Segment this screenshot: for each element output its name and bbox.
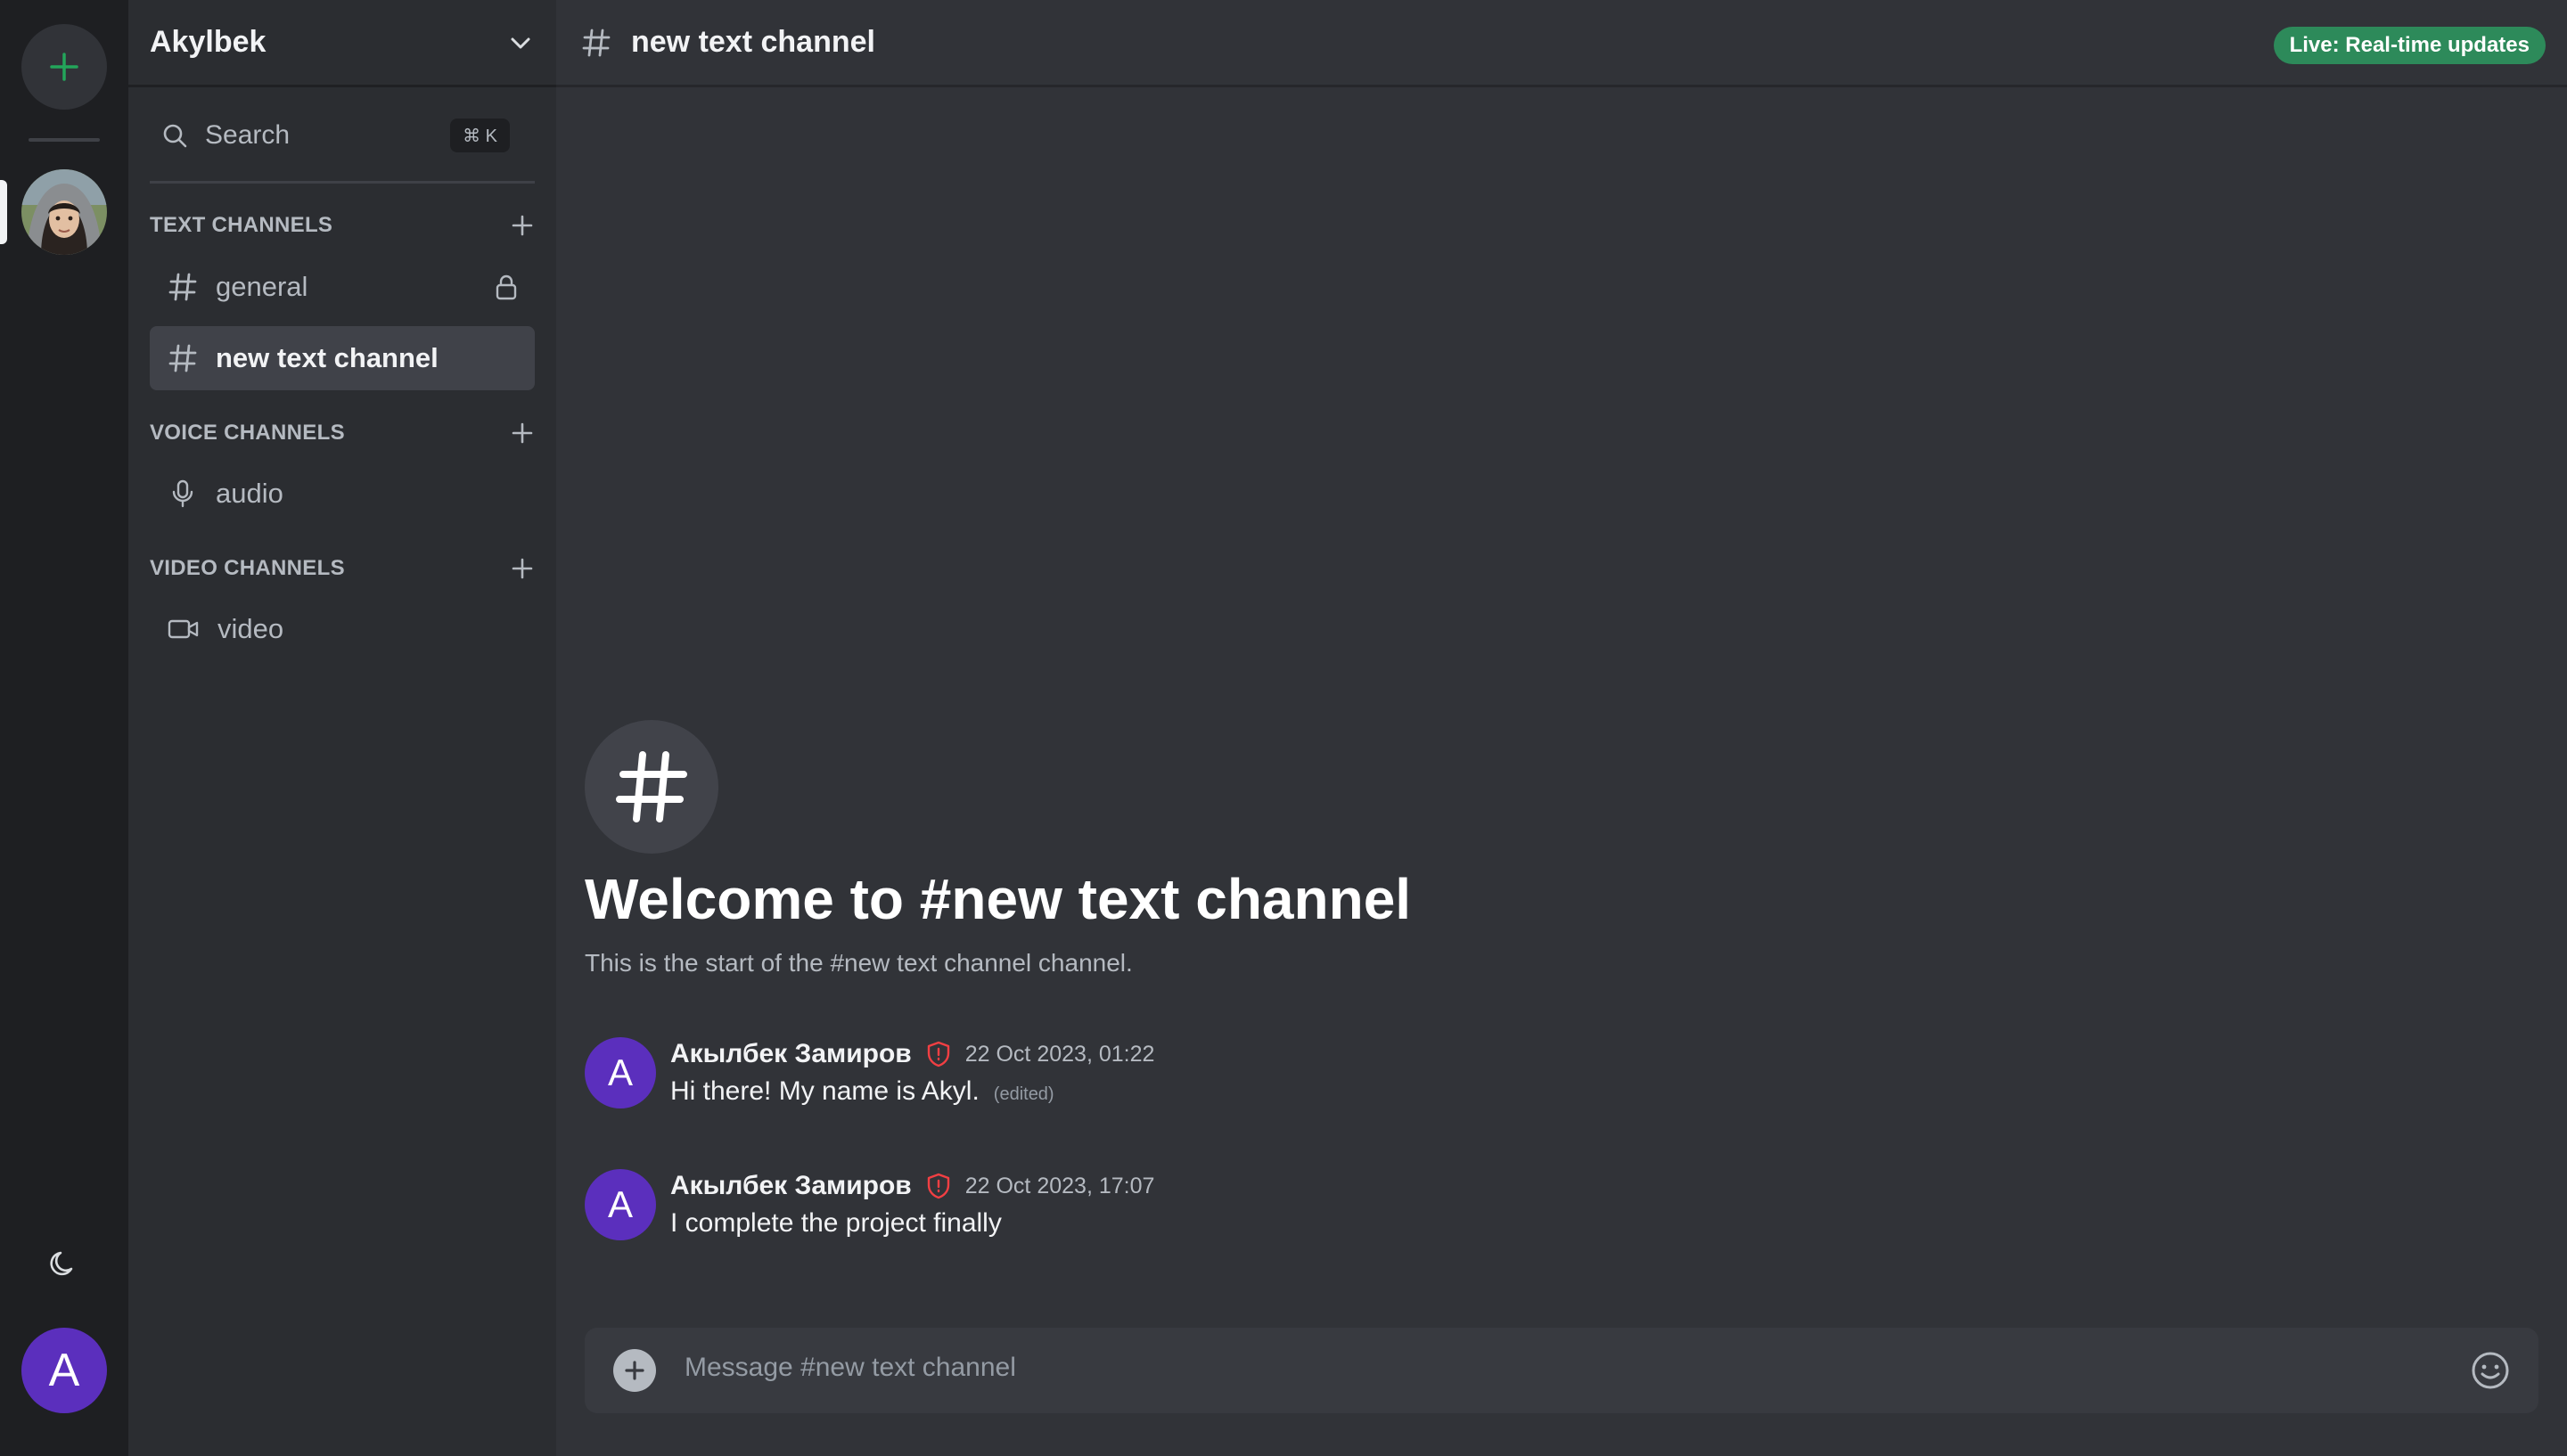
hash-icon xyxy=(168,273,197,301)
voice-channels-title: VOICE CHANNELS xyxy=(150,421,345,445)
channel-name: video xyxy=(217,613,284,644)
microphone-icon xyxy=(172,479,193,508)
message-input[interactable]: Message #new text channel xyxy=(685,1353,1016,1383)
avatar-letter: A xyxy=(607,1051,633,1093)
chat-header: new text channel Live: Real-time updates xyxy=(556,0,2567,87)
avatar[interactable]: A xyxy=(585,1037,656,1108)
message-author[interactable]: Акылбек Замиров xyxy=(670,1039,912,1069)
channel-name: new text channel xyxy=(216,342,439,373)
plus-icon[interactable] xyxy=(510,213,535,238)
avatar-letter: A xyxy=(607,1183,633,1225)
server-name: Akylbek xyxy=(150,25,267,59)
sidebar-divider xyxy=(150,181,535,184)
active-server-indicator xyxy=(0,180,7,244)
attach-button[interactable] xyxy=(613,1349,656,1392)
hash-icon xyxy=(582,29,611,56)
user-avatar[interactable]: A xyxy=(21,1328,107,1413)
emoji-icon[interactable] xyxy=(2469,1349,2512,1392)
message-author[interactable]: Акылбек Замиров xyxy=(670,1171,912,1201)
channel-item-new-text-channel[interactable]: new text channel xyxy=(150,326,535,390)
message-header: Акылбек Замиров 22 Oct 2023, 17:07 xyxy=(670,1171,1154,1201)
video-channels-title: VIDEO CHANNELS xyxy=(150,556,345,580)
channel-name: general xyxy=(216,271,308,302)
search-label: Search xyxy=(205,120,291,150)
message-header: Акылбек Замиров 22 Oct 2023, 01:22 xyxy=(670,1039,1154,1069)
channel-item-audio[interactable]: audio xyxy=(150,462,535,526)
message-timestamp: 22 Oct 2023, 01:22 xyxy=(964,1041,1155,1067)
server-icon-akylbek[interactable] xyxy=(21,169,107,255)
search-shortcut: ⌘ K xyxy=(450,119,510,152)
voice-channels-header: VOICE CHANNELS xyxy=(150,415,535,451)
server-avatar-image xyxy=(21,169,107,255)
message-timestamp: 22 Oct 2023, 17:07 xyxy=(964,1173,1155,1198)
plus-icon xyxy=(625,1361,644,1380)
message-item: A Акылбек Замиров 22 Oct 2023, 17:07 I c… xyxy=(585,1169,2528,1249)
plus-icon[interactable] xyxy=(510,556,535,581)
plus-icon xyxy=(50,53,78,81)
channel-item-video[interactable]: video xyxy=(150,597,535,661)
message-item: A Акылбек Замиров 22 Oct 2023, 01:22 Hi … xyxy=(585,1037,2528,1117)
channel-sidebar: Akylbek Search ⌘ K TEXT CHANNELS general xyxy=(128,0,556,1456)
lock-icon xyxy=(496,274,517,300)
edited-label: (edited) xyxy=(993,1084,1054,1104)
rail-separator xyxy=(29,138,100,142)
hash-icon xyxy=(168,344,197,372)
shield-icon xyxy=(927,1041,949,1067)
channel-item-general[interactable]: general xyxy=(150,255,535,319)
channel-title: new text channel xyxy=(631,25,875,59)
text-channels-header: TEXT CHANNELS xyxy=(150,208,535,243)
shield-icon xyxy=(927,1173,949,1199)
channel-name: audio xyxy=(216,478,283,509)
welcome-hash-avatar xyxy=(585,720,718,854)
user-avatar-letter: A xyxy=(48,1345,80,1396)
message-composer[interactable]: Message #new text channel xyxy=(585,1328,2538,1413)
video-camera-icon xyxy=(168,619,199,639)
avatar[interactable]: A xyxy=(585,1169,656,1240)
server-header[interactable]: Akylbek xyxy=(128,0,556,87)
chevron-down-icon[interactable] xyxy=(506,29,535,57)
live-status-badge: Live: Real-time updates xyxy=(2273,27,2546,64)
moderator-badge xyxy=(926,1173,951,1199)
moon-icon xyxy=(50,1251,73,1276)
message-body: I complete the project finally xyxy=(670,1208,1002,1239)
chat-panel: new text channel Live: Real-time updates… xyxy=(556,0,2567,1456)
search-button[interactable]: Search ⌘ K xyxy=(160,112,526,159)
message-text: I complete the project finally xyxy=(670,1208,1002,1238)
theme-toggle-button[interactable] xyxy=(46,1246,82,1281)
plus-icon[interactable] xyxy=(510,421,535,446)
moderator-badge xyxy=(926,1041,951,1067)
add-server-button[interactable] xyxy=(21,24,107,110)
video-channels-header: VIDEO CHANNELS xyxy=(150,551,535,586)
message-text: Hi there! My name is Akyl. xyxy=(670,1076,980,1106)
welcome-title: Welcome to #new text channel xyxy=(585,867,1412,931)
hash-icon xyxy=(616,751,687,822)
welcome-subtitle: This is the start of the #new text chann… xyxy=(585,949,1133,977)
text-channels-title: TEXT CHANNELS xyxy=(150,213,333,237)
search-icon xyxy=(163,124,187,148)
server-rail: A xyxy=(0,0,128,1456)
message-body: Hi there! My name is Akyl. (edited) xyxy=(670,1076,1054,1107)
